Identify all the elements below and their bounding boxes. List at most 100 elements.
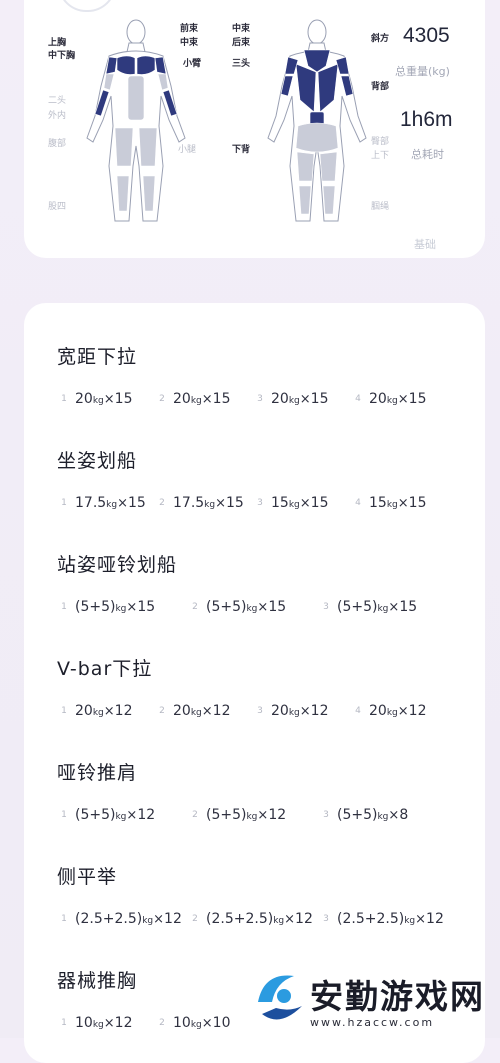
set-index: 3 [323,914,329,924]
set-entry: 4 15kg×15 [351,492,426,511]
set-weight: (2.5+2.5) [75,911,143,927]
set-reps: 12 [426,911,444,927]
set-entry: 2 (5+5)kg×15 [188,596,286,615]
exercise-item[interactable]: V-bar下拉 1 20kg×12 2 20kg×12 3 20kg×12 4 20kg×12 [24,654,485,734]
label-traps: 斜方 [371,34,390,44]
set-entry: 1 20kg×12 [57,700,133,719]
set-unit: kg [288,500,300,510]
set-reps: 12 [212,703,231,719]
set-reps: 12 [137,807,156,823]
set-reps: 15 [128,495,146,511]
set-index: 1 [61,810,67,820]
set-unit: kg [288,396,300,406]
set-index: 1 [61,498,67,508]
times-symbol: × [153,912,165,927]
times-symbol: × [397,496,409,511]
set-reps: 12 [295,911,313,927]
watermark-logo-icon [258,975,302,1020]
set-weight: 17.5 [173,495,205,511]
set-weight: 20 [173,391,191,407]
times-symbol: × [201,392,213,407]
times-symbol: × [103,392,115,407]
set-weight: 15 [369,495,387,511]
set-weight: 17.5 [75,495,107,511]
set-entry: 1 (2.5+2.5)kg×12 [57,908,182,927]
times-symbol: × [257,600,269,615]
glutes-muscle [295,122,339,153]
set-entry: 2 (2.5+2.5)kg×12 [188,908,313,927]
set-unit: kg [273,916,285,926]
set-weight: 20 [75,703,93,719]
set-index: 2 [192,810,198,820]
set-entry: 2 20kg×15 [155,388,230,407]
set-entry: 1 (5+5)kg×12 [57,804,155,823]
times-symbol: × [299,392,311,407]
set-index: 2 [159,498,165,508]
set-entry: 3 15kg×15 [253,492,328,511]
set-entry: 3 20kg×12 [253,700,328,719]
calf-back-left [298,185,312,215]
set-index: 3 [257,394,263,404]
set-weight: 10 [75,1015,93,1031]
set-index: 1 [61,914,67,924]
set-index: 4 [355,498,361,508]
exercise-name: 宽距下拉 [57,346,138,368]
set-unit: kg [115,604,127,614]
label-adductor: 外内 [48,111,67,121]
set-index: 4 [355,394,361,404]
times-symbol: × [299,704,311,719]
set-weight: 20 [173,703,191,719]
set-index: 1 [61,602,67,612]
exercise-item[interactable]: 站姿哑铃划船 1 (5+5)kg×15 2 (5+5)kg×15 3 (5+5)kg×15 [24,550,485,630]
set-weight: 20 [271,703,289,719]
watermark-url: www.hzaccw.com [310,1016,435,1029]
back-inactive-muscles [295,122,339,215]
abs-muscle [127,75,145,121]
exercise-item[interactable]: 坐姿划船 1 17.5kg×15 2 17.5kg×15 3 15kg×15 4 15kg×15 [24,446,485,526]
exercise-item[interactable]: 哑铃推肩 1 (5+5)kg×12 2 (5+5)kg×12 3 (5+5)kg×8 [24,758,485,838]
set-unit: kg [404,916,416,926]
times-symbol: × [215,496,227,511]
exercise-name: 站姿哑铃划船 [57,554,178,576]
set-unit: kg [190,708,202,718]
label-biceps: 二头 [48,96,67,106]
set-index: 3 [323,602,329,612]
label-front-delt: 前束 [180,24,199,34]
times-symbol: × [201,704,213,719]
set-unit: kg [142,916,154,926]
exercise-item[interactable]: 侧平举 1 (2.5+2.5)kg×12 2 (2.5+2.5)kg×12 3 (2.5+2… [24,862,485,942]
set-index: 1 [61,1018,67,1028]
label-abs: 腹部 [48,139,67,149]
set-entry: 4 20kg×12 [351,700,426,719]
hamstring-left [296,151,315,182]
times-symbol: × [299,496,311,511]
times-symbol: × [397,392,409,407]
set-unit: kg [246,604,258,614]
set-index: 1 [61,706,67,716]
set-unit: kg [92,396,104,406]
chest-muscle-right [136,55,156,75]
times-symbol: × [117,496,129,511]
set-entry: 3 (5+5)kg×15 [319,596,417,615]
set-weight: (2.5+2.5) [337,911,405,927]
times-symbol: × [103,1016,115,1031]
label-calf: 小腿 [178,145,197,155]
set-entry: 3 (2.5+2.5)kg×12 [319,908,444,927]
times-symbol: × [388,808,400,823]
label-triceps: 三头 [232,59,251,69]
total-weight-value: 4305 [403,24,450,47]
calf-right [142,175,156,212]
site-watermark: 安勤游戏网 www.hzaccw.com [248,958,500,1038]
exercise-item[interactable]: 宽距下拉 1 20kg×15 2 20kg×15 3 20kg×15 4 20kg×15 [24,342,485,422]
set-entry: 3 20kg×15 [253,388,328,407]
set-weight: 20 [271,391,289,407]
set-reps: 12 [164,911,182,927]
set-index: 2 [192,602,198,612]
set-weight: 15 [271,495,289,511]
times-symbol: × [103,704,115,719]
hamstring-right [319,151,338,182]
set-entry: 1 (5+5)kg×15 [57,596,155,615]
set-reps: 12 [114,703,133,719]
times-symbol: × [388,600,400,615]
set-entry: 2 10kg×10 [155,1012,230,1031]
